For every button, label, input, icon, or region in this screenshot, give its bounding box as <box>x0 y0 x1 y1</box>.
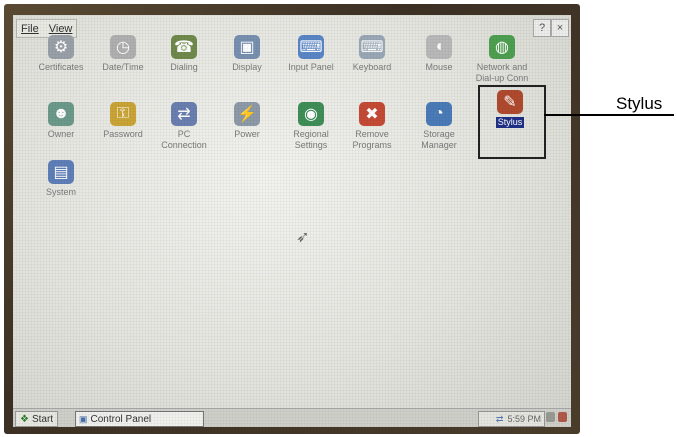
control-panel-item[interactable]: ◍ Network and Dial-up Conn <box>471 35 533 84</box>
item-label: Owner <box>47 129 75 139</box>
desktop-icon[interactable] <box>546 412 555 422</box>
control-panel-item[interactable]: ☻ Owner <box>30 102 92 140</box>
control-panel-item[interactable]: ⇄ PC Connection <box>153 102 215 151</box>
window-icon[interactable] <box>558 412 567 422</box>
pc-connection-icon: ⇄ <box>171 102 197 126</box>
input-panel-icon: ⌨ <box>298 35 324 59</box>
mouse-cursor-icon: ➶ <box>296 229 310 246</box>
system-icon: ▤ <box>48 160 74 184</box>
item-label: Date/Time <box>102 62 144 72</box>
control-panel-item[interactable]: ⚙ Certificates <box>30 35 92 73</box>
item-label: Password <box>103 129 143 139</box>
taskbar-item-control-panel[interactable]: ▣ Control Panel <box>75 411 204 427</box>
item-label: Certificates <box>38 62 84 72</box>
close-button[interactable]: × <box>551 19 569 37</box>
storage-manager-icon: ◔ <box>426 102 452 126</box>
taskbar: ❖ Start ▣ Control Panel ⇄ 5:59 PM <box>13 408 571 427</box>
menu-view[interactable]: View <box>49 23 73 35</box>
start-button[interactable]: ❖ Start <box>15 411 59 427</box>
control-panel-item[interactable]: ✖ Remove Programs <box>341 102 403 151</box>
control-panel-item[interactable]: ☎ Dialing <box>153 35 215 73</box>
control-panel-item[interactable]: ▤ System <box>30 160 92 198</box>
item-label: Remove Programs <box>352 129 392 150</box>
display-icon: ▣ <box>234 35 260 59</box>
task-label: Control Panel <box>90 413 152 425</box>
item-label: Dialing <box>170 62 198 72</box>
control-panel-item[interactable]: ◖ Mouse <box>408 35 470 73</box>
item-label: System <box>45 187 76 197</box>
mouse-icon: ◖ <box>426 35 452 59</box>
network-icon: ◍ <box>489 35 515 59</box>
item-label: Mouse <box>425 62 453 72</box>
item-label: Input Panel <box>288 62 334 72</box>
control-panel-icon: ▣ <box>79 413 88 424</box>
control-panel-item[interactable]: ⚡ Power <box>216 102 278 140</box>
control-panel-item[interactable]: ⌨ Keyboard <box>341 35 403 73</box>
start-label: Start <box>31 413 54 425</box>
item-label: Display <box>232 62 262 72</box>
callout-line <box>544 114 674 116</box>
owner-icon: ☻ <box>48 102 74 126</box>
windows-logo-icon: ❖ <box>20 413 29 425</box>
pc-connection-tray-icon[interactable]: ⇄ <box>496 414 504 425</box>
item-label: Storage Manager <box>421 129 457 150</box>
remove-programs-icon: ✖ <box>359 102 385 126</box>
item-label: Power <box>234 129 260 139</box>
control-panel-item[interactable]: ▣ Display <box>216 35 278 73</box>
power-icon: ⚡ <box>234 102 260 126</box>
certificates-icon: ⚙ <box>48 35 74 59</box>
control-panel-item[interactable]: ⚿ Password <box>92 102 154 140</box>
menu-file[interactable]: File <box>21 23 39 35</box>
password-icon: ⚿ <box>110 102 136 126</box>
control-panel-item[interactable]: ◔ Storage Manager <box>408 102 470 151</box>
item-label: PC Connection <box>161 129 207 150</box>
item-label: Network and Dial-up Conn <box>475 62 529 83</box>
item-label: Regional Settings <box>293 129 329 150</box>
help-button[interactable]: ? <box>533 19 551 37</box>
clock[interactable]: 5:59 PM <box>507 414 541 424</box>
device-screen: File View ? × ⚙ Certificates ◷ Date/Time ☎ Di… <box>13 15 571 427</box>
tray-icons <box>546 412 567 422</box>
system-tray: ⇄ 5:59 PM <box>478 411 545 427</box>
control-panel-item[interactable]: ◷ Date/Time <box>92 35 154 73</box>
date-time-icon: ◷ <box>110 35 136 59</box>
selected-item-highlight <box>478 85 546 159</box>
regional-settings-icon: ◉ <box>298 102 324 126</box>
keyboard-icon: ⌨ <box>359 35 385 59</box>
callout-label: Stylus <box>616 94 663 113</box>
control-panel-item[interactable]: ◉ Regional Settings <box>280 102 342 151</box>
dialing-icon: ☎ <box>171 35 197 59</box>
control-panel-item[interactable]: ⌨ Input Panel <box>280 35 342 73</box>
item-label: Keyboard <box>352 62 392 72</box>
